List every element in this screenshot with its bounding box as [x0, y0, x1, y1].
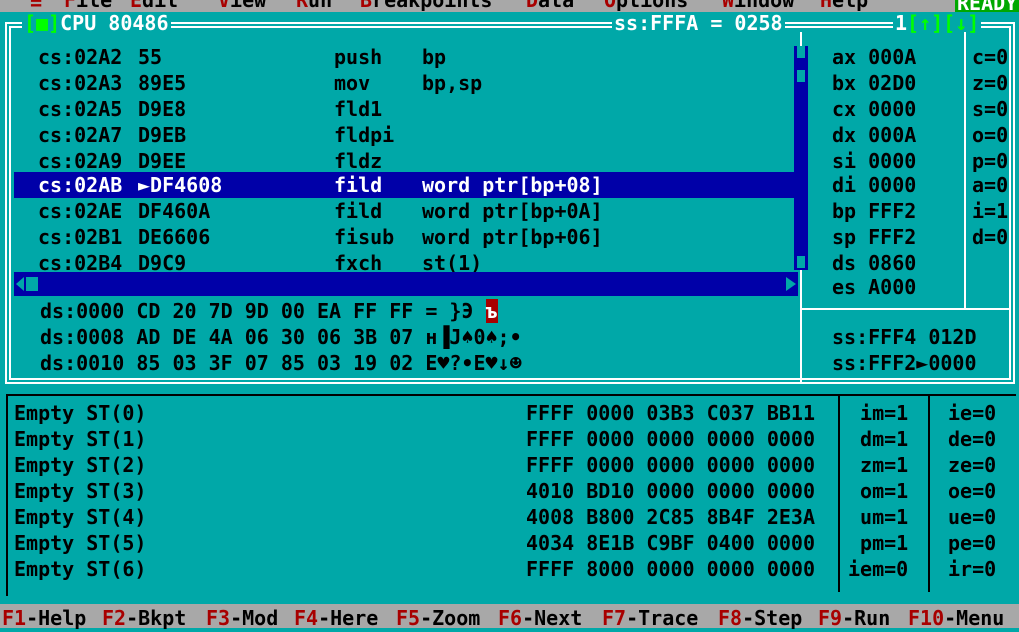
window-number: 1[↑][↓] [893, 11, 982, 35]
scroll-right-icon [786, 277, 796, 291]
disasm-row-current[interactable]: cs:02AB ►DF4608 fild word ptr[bp+08] [14, 172, 794, 198]
fpu-st3-value: 4010 BD10 0000 0000 0000 [526, 479, 815, 503]
fpu-control-flag[interactable]: zm=1 [848, 452, 908, 478]
scroll-down-icon[interactable] [797, 256, 805, 268]
horizontal-scrollbar[interactable] [14, 272, 798, 296]
scrollbar-arrows [16, 277, 796, 291]
pane-divider [964, 32, 966, 310]
flag-s[interactable]: s=0 [972, 96, 1008, 122]
dump-char-highlight: ъ [485, 299, 498, 323]
pane-divider [800, 308, 1011, 310]
disasm-row[interactable]: cs:02A5 D9E8 fld1 [14, 96, 794, 122]
flag-z[interactable]: z=0 [972, 70, 1008, 96]
fpu-st5-value: 4034 8E1B C9BF 0400 0000 [526, 531, 815, 555]
dump-row[interactable]: ds:0000 CD 20 7D 9D 00 EA FF FF = }Э ъ [40, 298, 498, 324]
cpu-window-title[interactable]: [■]CPU 80486 [22, 12, 171, 34]
flag-d[interactable]: d=0 [972, 224, 1008, 250]
register-dx[interactable]: dx 000A [832, 122, 916, 148]
fpu-status-flag[interactable]: oe=0 [948, 478, 996, 504]
fpu-control-flag[interactable]: om=1 [848, 478, 908, 504]
fpu-control-flag[interactable]: iem=0 [848, 556, 908, 582]
menu-help[interactable]: Help [820, 0, 868, 12]
menu-data[interactable]: Data [526, 0, 574, 12]
menu-view[interactable]: View [218, 0, 266, 12]
fpu-st0-label[interactable]: Empty ST(0) [14, 400, 146, 426]
disasm-row[interactable]: cs:02A3 89E5 mov bp,sp [14, 70, 794, 96]
register-si[interactable]: si 0000 [832, 148, 916, 174]
fpu-control-flag[interactable]: um=1 [848, 504, 908, 530]
flag-o[interactable]: o=0 [972, 122, 1008, 148]
fpu-st4-label[interactable]: Empty ST(4) [14, 504, 146, 530]
fpu-status-flag[interactable]: ir=0 [948, 556, 996, 582]
fpu-st2-value: FFFF 0000 0000 0000 0000 [526, 453, 815, 477]
dump-row[interactable]: ds:0008 AD DE 4A 06 30 06 3B 07 н▐J♠0♠;• [40, 324, 522, 350]
fpu-status-flag[interactable]: pe=0 [948, 530, 996, 556]
fpu-control-flag[interactable]: im=1 [848, 400, 908, 426]
fpu-st5-label[interactable]: Empty ST(5) [14, 530, 146, 556]
register-ds[interactable]: ds 0860 [832, 250, 916, 276]
flag-p[interactable]: p=0 [972, 148, 1008, 174]
fpu-control-flag[interactable]: dm=1 [848, 426, 908, 452]
fpu-divider [928, 396, 930, 592]
scroll-thumb[interactable] [797, 70, 805, 82]
menu-breakpoints[interactable]: Breakpoints [360, 0, 492, 12]
function-key-bar: F1-Help F2-Bkpt F3-Mod F4-Here F5-Zoom F… [0, 604, 1019, 630]
register-cx[interactable]: cx 0000 [832, 96, 916, 122]
flag-a[interactable]: a=0 [972, 172, 1008, 198]
fpu-divider [838, 396, 840, 592]
fpu-status-flag[interactable]: ue=0 [948, 504, 996, 530]
fpu-status-flag[interactable]: ze=0 [948, 452, 996, 478]
zoom-down-icon[interactable]: [↓] [943, 11, 979, 35]
register-sp[interactable]: sp FFF2 [832, 224, 916, 250]
register-bx[interactable]: bx 02D0 [832, 70, 916, 96]
fpu-st1-label[interactable]: Empty ST(1) [14, 426, 146, 452]
disasm-row[interactable]: cs:02A2 55 push bp [14, 44, 794, 70]
fpu-st4-value: 4008 B800 2C85 8B4F 2E3A [526, 505, 815, 529]
register-es[interactable]: es A000 [832, 274, 916, 300]
stack-row-current[interactable]: ss:FFF2►0000 [832, 350, 977, 376]
disasm-row[interactable]: cs:02B1 DE6606 fisub word ptr[bp+06] [14, 224, 794, 250]
fpu-st6-value: FFFF 8000 0000 0000 0000 [526, 557, 815, 581]
disasm-row[interactable]: cs:02AE DF460A fild word ptr[bp+0A] [14, 198, 794, 224]
scroll-thumb [26, 277, 38, 291]
fpu-control-flag[interactable]: pm=1 [848, 530, 908, 556]
disasm-row[interactable]: cs:02A7 D9EB fldpi [14, 122, 794, 148]
stack-row[interactable]: ss:FFF4 012D [832, 324, 977, 350]
register-di[interactable]: di 0000 [832, 172, 916, 198]
fpu-st2-label[interactable]: Empty ST(2) [14, 452, 146, 478]
fpu-st1-value: FFFF 0000 0000 0000 0000 [526, 427, 815, 451]
disasm-row[interactable]: cs:02A9 D9EE fldz [14, 148, 794, 174]
fpu-st0-value: FFFF 0000 03B3 C037 BB11 [526, 401, 815, 425]
register-ax[interactable]: ax 000A [832, 44, 916, 70]
fpu-st6-label[interactable]: Empty ST(6) [14, 556, 146, 582]
fpu-status-flag[interactable]: ie=0 [948, 400, 996, 426]
dump-row[interactable]: ds:0010 85 03 3F 07 85 03 19 02 Е♥?•Е♥↓☻ [40, 350, 522, 376]
flag-i[interactable]: i=1 [972, 198, 1008, 224]
fpu-status-flag[interactable]: de=0 [948, 426, 996, 452]
vertical-scrollbar[interactable] [794, 46, 808, 270]
fpu-st3-label[interactable]: Empty ST(3) [14, 478, 146, 504]
menu-run[interactable]: Run [296, 0, 332, 12]
scroll-up-icon[interactable] [797, 46, 805, 58]
stack-top-readout: ss:FFFA = 0258 [612, 11, 785, 35]
zoom-up-icon[interactable]: [↑] [907, 11, 943, 35]
flag-c[interactable]: c=0 [972, 44, 1008, 70]
scroll-left-icon [16, 277, 24, 291]
close-box-icon[interactable]: [■] [24, 11, 60, 35]
register-bp[interactable]: bp FFF2 [832, 198, 916, 224]
